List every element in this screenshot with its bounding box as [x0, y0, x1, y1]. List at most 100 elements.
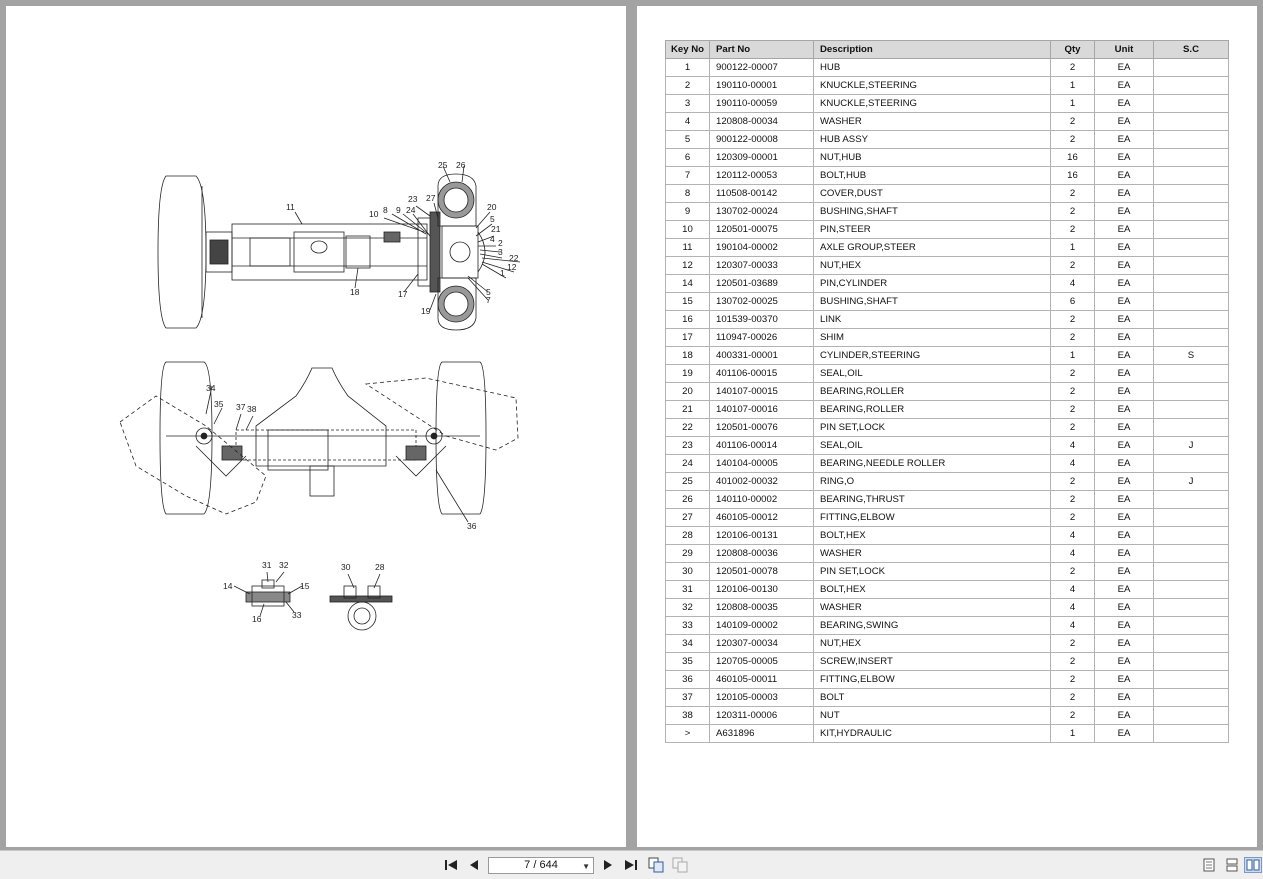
cell-part-no: 460105-00011 — [709, 670, 814, 689]
table-header-row: Key No Part No Description Qty Unit S.C — [665, 40, 1229, 59]
cell-unit: EA — [1094, 220, 1154, 239]
cell-qty: 2 — [1050, 202, 1095, 221]
cell-description: PIN,STEER — [813, 220, 1051, 239]
cell-part-no: 110947-00026 — [709, 328, 814, 347]
table-row: 37 120105-00003 BOLT 2 EA — [665, 688, 1229, 707]
cell-qty: 2 — [1050, 256, 1095, 275]
cell-part-no: 140107-00015 — [709, 382, 814, 401]
cell-key-no: 16 — [665, 310, 710, 329]
cell-description: BEARING,THRUST — [813, 490, 1051, 509]
page-number-dropdown[interactable]: 7 / 644 ▼ — [488, 857, 594, 874]
col-header-description: Description — [813, 40, 1051, 59]
cell-part-no: 120501-03689 — [709, 274, 814, 293]
parts-table-body: 1 900122-00007 HUB 2 EA 2 190110-00001 KNUCKLE,… — [665, 58, 1229, 743]
cell-description: NUT — [813, 706, 1051, 725]
cell-sc — [1153, 706, 1229, 725]
cell-key-no: 1 — [665, 58, 710, 77]
cell-description: BOLT,HUB — [813, 166, 1051, 185]
col-header-unit: Unit — [1094, 40, 1154, 59]
table-row: 10 120501-00075 PIN,STEER 2 EA — [665, 220, 1229, 239]
cell-description: BOLT — [813, 688, 1051, 707]
cell-sc — [1153, 670, 1229, 689]
single-page-view-button[interactable] — [1201, 857, 1217, 873]
callout-label: 27 — [426, 193, 436, 203]
cell-key-no: 9 — [665, 202, 710, 221]
table-row: 31 120106-00130 BOLT,HEX 4 EA — [665, 580, 1229, 599]
copy-pages-button[interactable] — [647, 857, 665, 873]
continuous-view-button[interactable] — [1224, 857, 1240, 873]
callout-label: 35 — [214, 399, 224, 409]
table-row: 19 401106-00015 SEAL,OIL 2 EA — [665, 364, 1229, 383]
table-row: 9 130702-00024 BUSHING,SHAFT 2 EA — [665, 202, 1229, 221]
cell-unit: EA — [1094, 724, 1154, 743]
cell-qty: 1 — [1050, 94, 1095, 113]
cell-sc — [1153, 598, 1229, 617]
cell-description: KNUCKLE,STEERING — [813, 94, 1051, 113]
first-page-button[interactable] — [443, 857, 459, 873]
cell-sc — [1153, 364, 1229, 383]
cell-description: BUSHING,SHAFT — [813, 292, 1051, 311]
cell-description: KIT,HYDRAULIC — [813, 724, 1051, 743]
next-page-icon — [604, 860, 612, 870]
cell-sc — [1153, 454, 1229, 473]
cell-description: FITTING,ELBOW — [813, 508, 1051, 527]
cell-unit: EA — [1094, 112, 1154, 131]
cell-key-no: 36 — [665, 670, 710, 689]
paste-pages-button[interactable] — [671, 857, 689, 873]
cell-key-no: 7 — [665, 166, 710, 185]
callout-label: 10 — [369, 209, 379, 219]
cell-unit: EA — [1094, 616, 1154, 635]
cell-description: BUSHING,SHAFT — [813, 202, 1051, 221]
cell-qty: 4 — [1050, 274, 1095, 293]
parts-table: Key No Part No Description Qty Unit S.C … — [665, 40, 1229, 743]
cell-unit: EA — [1094, 346, 1154, 365]
cell-part-no: 900122-00008 — [709, 130, 814, 149]
cell-unit: EA — [1094, 508, 1154, 527]
diagram-page: 25 26 11 23 27 10 8 9 24 20 5 21 4 2 3 2… — [6, 6, 626, 847]
two-page-view-button[interactable] — [1244, 857, 1262, 873]
col-header-key-no: Key No — [665, 40, 710, 59]
cell-key-no: 32 — [665, 598, 710, 617]
cell-part-no: 140109-00002 — [709, 616, 814, 635]
cell-part-no: 130702-00024 — [709, 202, 814, 221]
callout-label: 30 — [341, 562, 351, 572]
callout-label: 15 — [300, 581, 310, 591]
table-row: 8 110508-00142 COVER,DUST 2 EA — [665, 184, 1229, 203]
cell-description: WASHER — [813, 112, 1051, 131]
callout-label: 23 — [408, 194, 418, 204]
callout-label: 4 — [490, 234, 495, 244]
callout-label: 5 — [490, 214, 495, 224]
prev-page-button[interactable] — [466, 857, 482, 873]
cell-qty: 2 — [1050, 400, 1095, 419]
cell-sc — [1153, 526, 1229, 545]
cell-key-no: 30 — [665, 562, 710, 581]
viewer-toolbar: 7 / 644 ▼ — [0, 850, 1263, 879]
cell-sc — [1153, 310, 1229, 329]
cell-sc: S — [1153, 346, 1229, 365]
cell-description: SCREW,INSERT — [813, 652, 1051, 671]
cell-description: BOLT,HEX — [813, 580, 1051, 599]
table-row: 21 140107-00016 BEARING,ROLLER 2 EA — [665, 400, 1229, 419]
cell-part-no: 120808-00035 — [709, 598, 814, 617]
cell-qty: 2 — [1050, 382, 1095, 401]
paste-icon — [672, 857, 688, 873]
cell-qty: 2 — [1050, 670, 1095, 689]
table-row: > A631896 KIT,HYDRAULIC 1 EA — [665, 724, 1229, 743]
callout-label: 17 — [398, 289, 408, 299]
last-page-button[interactable] — [623, 857, 639, 873]
cell-key-no: 27 — [665, 508, 710, 527]
cell-part-no: 120105-00003 — [709, 688, 814, 707]
cell-qty: 6 — [1050, 292, 1095, 311]
cell-description: HUB — [813, 58, 1051, 77]
cell-qty: 16 — [1050, 166, 1095, 185]
cell-key-no: 38 — [665, 706, 710, 725]
table-row: 30 120501-00078 PIN SET,LOCK 2 EA — [665, 562, 1229, 581]
next-page-button[interactable] — [601, 857, 615, 873]
callout-label: 38 — [247, 404, 257, 414]
table-row: 28 120106-00131 BOLT,HEX 4 EA — [665, 526, 1229, 545]
cell-key-no: 12 — [665, 256, 710, 275]
cell-part-no: 120501-00076 — [709, 418, 814, 437]
cell-qty: 1 — [1050, 238, 1095, 257]
cell-qty: 4 — [1050, 544, 1095, 563]
chevron-down-icon: ▼ — [582, 862, 590, 871]
